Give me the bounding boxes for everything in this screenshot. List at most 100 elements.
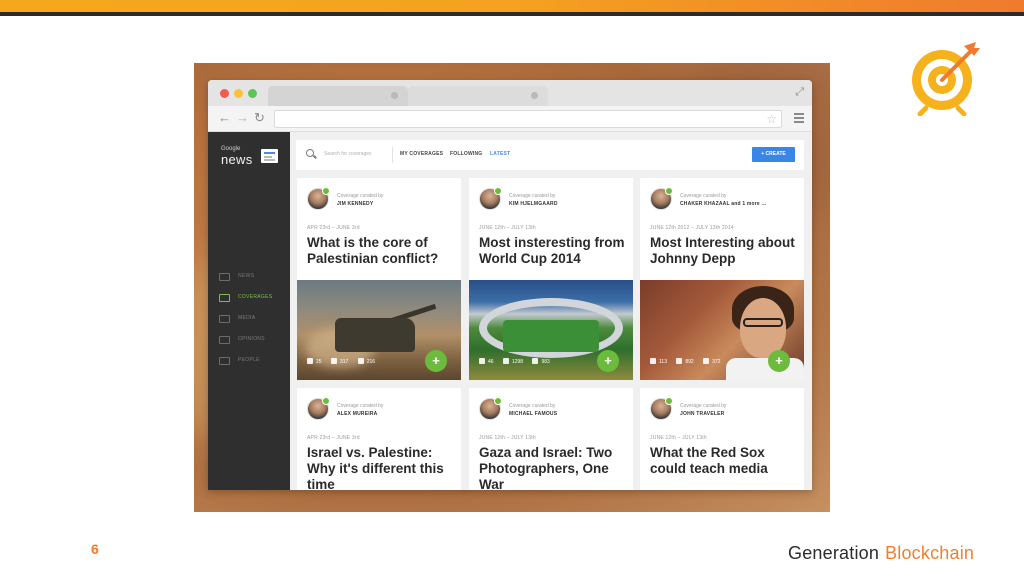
followers-stat: 1298 <box>502 358 524 365</box>
top-accent-rule <box>0 12 1024 16</box>
likes-count: 372 <box>712 359 721 365</box>
curator-name[interactable]: JIM KENNEDY <box>337 201 373 207</box>
back-arrow-icon[interactable]: ← <box>218 111 231 125</box>
curated-label: Coverage curated by <box>337 193 384 199</box>
person-icon <box>676 358 683 364</box>
articles-stat: 113 <box>650 358 667 365</box>
news-icon <box>219 273 230 281</box>
people-icon <box>219 357 230 365</box>
coverage-card[interactable]: Coverage curated by MICHAEL FAMOUS JUNE … <box>469 388 633 490</box>
reload-icon[interactable]: ↻ <box>254 111 265 125</box>
card-headline[interactable]: Gaza and Israel: Two Photographers, One … <box>479 445 627 490</box>
date-range: JUNE 12th 2012 – JULY 13th 2014 <box>650 225 734 231</box>
browser-tab[interactable] <box>408 86 548 106</box>
close-tab-icon[interactable] <box>391 92 398 99</box>
sidebar-item-label: NEWS <box>238 273 255 279</box>
sidebar-item-label: MEDIA <box>238 315 256 321</box>
search-icon[interactable] <box>306 149 314 157</box>
coverage-card[interactable]: Coverage curated by ALEX MUREIRA APR 23r… <box>297 388 461 490</box>
sidebar-item-label: COVERAGES <box>238 294 273 300</box>
app-top-nav: Search for coverages MY COVERAGES FOLLOW… <box>296 140 804 170</box>
curated-label: Coverage curated by <box>337 403 384 409</box>
verified-badge-icon <box>322 397 330 405</box>
document-icon <box>307 358 313 364</box>
bookmark-star-icon[interactable]: ☆ <box>766 112 777 126</box>
card-headline[interactable]: Most insteresting from World Cup 2014 <box>479 235 627 267</box>
followers-count: 892 <box>685 359 694 365</box>
portrait-shirt <box>726 358 804 380</box>
coverages-icon <box>219 294 230 302</box>
coverage-card[interactable]: Coverage curated by KIM HJELMGAARD JUNE … <box>469 178 633 380</box>
slide-number: 6 <box>91 541 99 557</box>
likes-count: 216 <box>366 359 376 365</box>
fullscreen-icon[interactable]: ⤢ <box>795 86 804 98</box>
person-icon <box>330 358 337 364</box>
curator-name[interactable]: ALEX MUREIRA <box>337 411 377 417</box>
date-range: JUNE 12th – JULY 13th <box>479 225 536 231</box>
address-bar[interactable]: ☆ <box>274 110 782 128</box>
verified-badge-icon <box>665 397 673 405</box>
document-icon <box>479 358 485 364</box>
curated-label: Coverage curated by <box>680 403 727 409</box>
coverage-card[interactable]: Coverage curated by CHAKER KHAZAAL and 1… <box>640 178 804 380</box>
card-headline[interactable]: Most Interesting about Johnny Depp <box>650 235 798 267</box>
add-plus-button[interactable]: + <box>768 350 790 372</box>
document-icon <box>650 358 656 364</box>
curator-name[interactable]: KIM HJELMGAARD <box>509 201 558 207</box>
tab-latest[interactable]: LATEST <box>490 151 510 157</box>
coverage-card[interactable]: Coverage curated by JIM KENNEDY APR 23rd… <box>297 178 461 380</box>
logo-news-text: news <box>221 152 253 167</box>
search-input[interactable]: Search for coverages <box>324 151 372 157</box>
tab-my-coverages[interactable]: MY COVERAGES <box>400 151 443 157</box>
stadium-pitch <box>503 320 599 352</box>
followers-count: 1298 <box>511 359 524 365</box>
sidebar-item-label: PEOPLE <box>238 357 260 363</box>
card-headline[interactable]: What is the core of Palestinian conflict… <box>307 235 455 267</box>
minimize-window-button[interactable] <box>234 89 243 98</box>
close-window-button[interactable] <box>220 89 229 98</box>
card-stats: 113 892 372 <box>650 358 728 365</box>
likes-count: 983 <box>541 359 550 365</box>
curator-name[interactable]: MICHAEL FAMOUS <box>509 411 557 417</box>
browser-tabstrip: ⤢ <box>208 80 812 106</box>
browser-tab[interactable] <box>268 86 408 106</box>
curator-name[interactable]: CHAKER KHAZAAL and 1 more ... <box>680 201 766 207</box>
create-button[interactable]: + CREATE <box>752 147 795 162</box>
close-tab-icon[interactable] <box>531 92 538 99</box>
articles-count: 25 <box>316 359 322 365</box>
media-icon <box>219 315 230 323</box>
likes-stat: 372 <box>703 358 720 365</box>
curator-name[interactable]: JOHN TRAVELER <box>680 411 724 417</box>
target-arrow-icon <box>912 42 980 116</box>
slide: ⤢ ← → ↻ ☆ Google news NEWS COVERAGES MED… <box>0 0 1024 576</box>
heart-icon <box>357 358 364 364</box>
brand-part-1: Generation <box>788 543 880 563</box>
card-headline[interactable]: Israel vs. Palestine: Why it's different… <box>307 445 455 490</box>
portrait-glasses <box>743 318 783 327</box>
coverage-card[interactable]: Coverage curated by JOHN TRAVELER JUNE 1… <box>640 388 804 490</box>
articles-count: 46 <box>488 359 494 365</box>
articles-count: 113 <box>659 359 667 365</box>
app-sidebar: Google news NEWS COVERAGES MEDIA OPINION… <box>208 132 290 490</box>
tab-following[interactable]: FOLLOWING <box>450 151 482 157</box>
curated-label: Coverage curated by <box>680 193 727 199</box>
add-plus-button[interactable]: + <box>597 350 619 372</box>
likes-stat: 983 <box>532 358 550 365</box>
maximize-window-button[interactable] <box>248 89 257 98</box>
verified-badge-icon <box>494 397 502 405</box>
followers-stat: 317 <box>330 358 349 365</box>
articles-stat: 25 <box>307 358 322 365</box>
followers-count: 317 <box>339 359 349 365</box>
forward-arrow-icon[interactable]: → <box>236 111 249 125</box>
articles-stat: 46 <box>479 358 494 365</box>
verified-badge-icon <box>665 187 673 195</box>
menu-hamburger-icon[interactable] <box>794 113 804 123</box>
add-plus-button[interactable]: + <box>425 350 447 372</box>
brand-wordmark: Generation Blockchain <box>788 543 974 564</box>
heart-icon <box>532 358 539 364</box>
curated-label: Coverage curated by <box>509 193 556 199</box>
person-icon <box>502 358 509 364</box>
card-headline[interactable]: What the Red Sox could teach media <box>650 445 798 477</box>
followers-stat: 892 <box>676 358 694 365</box>
browser-toolbar: ← → ↻ ☆ <box>208 106 812 132</box>
